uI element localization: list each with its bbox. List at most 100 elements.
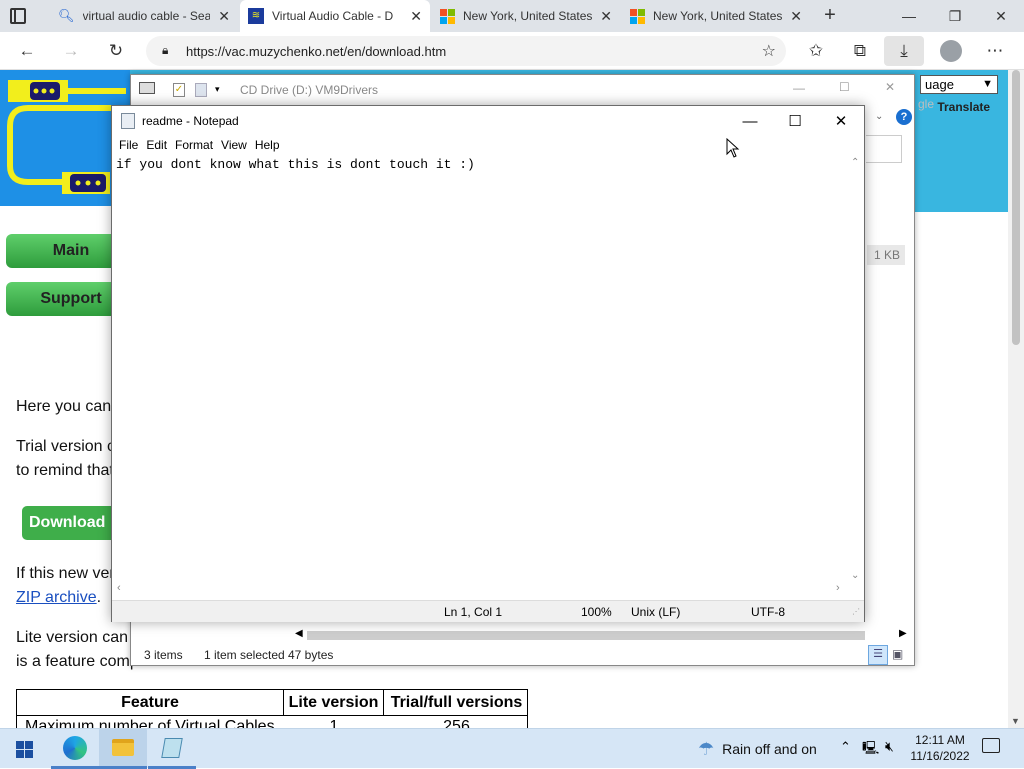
table-header-full: Trial/full versions: [384, 690, 527, 716]
refresh-button[interactable]: ↻: [103, 39, 129, 63]
close-icon[interactable]: ✕: [218, 8, 230, 25]
status-selected: 1 item selected: [204, 648, 285, 662]
resize-grip-icon[interactable]: ⋰: [852, 607, 860, 616]
tab-title: Virtual Audio Cable - D: [272, 9, 394, 23]
chevron-down-icon[interactable]: ▾: [215, 84, 220, 95]
close-icon[interactable]: ✕: [790, 8, 802, 25]
close-icon[interactable]: ✕: [600, 8, 612, 25]
download-button[interactable]: Download: [22, 506, 122, 540]
page-scrollbar[interactable]: ▼: [1008, 70, 1024, 728]
restore-button[interactable]: ❐: [932, 0, 978, 32]
scroll-right-arrow[interactable]: ▶: [899, 628, 907, 639]
scroll-left-arrow[interactable]: ‹: [117, 582, 121, 594]
file-explorer-taskbar-button[interactable]: [99, 729, 147, 769]
volume-muted-icon[interactable]: 🔇︎: [885, 738, 894, 755]
new-tab-button[interactable]: +: [818, 4, 842, 28]
maximize-button[interactable]: ☐: [839, 80, 850, 94]
scroll-left-arrow[interactable]: ◀: [295, 628, 303, 639]
explorer-hscrollbar[interactable]: ◀ ▶: [291, 627, 913, 643]
tab-actions-icon[interactable]: [10, 8, 26, 24]
notifications-icon[interactable]: [982, 738, 1000, 753]
collections-icon[interactable]: ⧉: [847, 39, 873, 63]
search-icon: 🔍︎: [58, 8, 75, 23]
notepad-window[interactable]: readme - Notepad — ☐ ✕ File Edit Format …: [111, 105, 865, 622]
menu-help[interactable]: Help: [255, 136, 288, 156]
table-cell: 256: [443, 718, 470, 728]
table-cell: 1: [329, 718, 339, 728]
tab-weather-2[interactable]: New York, United States ✕: [622, 0, 810, 32]
scroll-down-arrow[interactable]: ⌄: [851, 570, 859, 581]
language-select[interactable]: uage ▼: [920, 75, 998, 94]
scroll-down-arrow[interactable]: ▼: [1011, 716, 1020, 726]
lock-icon: 🔒︎: [162, 43, 169, 57]
notepad-icon: [161, 737, 183, 758]
chevron-down-icon[interactable]: ⌄: [875, 111, 883, 122]
close-button[interactable]: ✕: [978, 0, 1024, 32]
menu-file[interactable]: File: [119, 136, 146, 156]
tab-weather-1[interactable]: New York, United States ✕: [432, 0, 620, 32]
forward-button[interactable]: →: [58, 39, 84, 63]
paragraph-trial: Trial version c: [16, 438, 115, 455]
scrollbar-thumb[interactable]: [307, 631, 865, 640]
status-zoom: 100%: [581, 605, 612, 619]
notepad-menubar: File Edit Format View Help: [112, 136, 864, 156]
file-size-cell: 1 KB: [867, 245, 905, 265]
menu-format[interactable]: Format: [175, 136, 221, 156]
clock[interactable]: 12:11 AM 11/16/2022: [904, 732, 976, 764]
favorites-icon[interactable]: ✩: [803, 39, 829, 63]
add-favorite-icon[interactable]: ☆: [762, 41, 776, 61]
windows-icon: [15, 740, 33, 758]
notepad-editor[interactable]: if you dont know what this is dont touch…: [116, 157, 846, 172]
tab-search[interactable]: 🔍︎ virtual audio cable - Sea ✕: [50, 0, 238, 32]
minimize-button[interactable]: —: [727, 106, 773, 136]
table-header-feature: Feature: [17, 690, 284, 716]
large-icons-view-icon[interactable]: ▣: [892, 647, 903, 661]
microsoft-icon: [440, 8, 455, 24]
edge-taskbar-button[interactable]: [51, 729, 99, 769]
scroll-right-arrow[interactable]: ›: [836, 582, 840, 594]
profile-avatar[interactable]: [938, 39, 964, 63]
download-icon[interactable]: ⤓: [884, 36, 924, 66]
zip-archive-link[interactable]: ZIP archive: [16, 589, 97, 606]
zip-line: ZIP archive.: [16, 589, 102, 606]
table-header-lite: Lite version: [284, 690, 384, 716]
notepad-taskbar-button[interactable]: [148, 729, 196, 769]
network-icon[interactable]: 🖳︎: [862, 739, 879, 761]
address-bar[interactable]: 🔒︎ https://vac.muzychenko.net/en/downloa…: [146, 36, 786, 66]
tab-title: virtual audio cable - Sea: [82, 9, 211, 23]
status-line-ending: Unix (LF): [631, 605, 681, 619]
taskbar: ☂ Rain off and on ⌃ 🖳︎ 🔇︎ 12:11 AM 11/16…: [0, 728, 1024, 769]
settings-menu-icon[interactable]: ⋯: [982, 39, 1008, 63]
clock-date: 11/16/2022: [910, 749, 970, 763]
maximize-button[interactable]: ☐: [772, 106, 818, 136]
tab-title: New York, United States: [463, 9, 593, 23]
minimize-button[interactable]: —: [886, 0, 932, 32]
edge-icon: [63, 735, 87, 760]
show-hidden-icons-chevron[interactable]: ⌃: [840, 739, 851, 755]
notepad-vscrollbar[interactable]: ⌃ ⌄: [848, 157, 864, 581]
drive-icon: [139, 82, 155, 94]
minimize-button[interactable]: —: [793, 81, 805, 95]
start-button[interactable]: [0, 729, 48, 769]
menu-edit[interactable]: Edit: [146, 136, 175, 156]
status-position: Ln 1, Col 1: [444, 605, 503, 619]
help-icon[interactable]: ?: [896, 109, 912, 125]
tab-vac-download[interactable]: ≋ Virtual Audio Cable - D ✕: [240, 0, 430, 32]
paragraph-intro: Here you can: [16, 398, 112, 415]
details-view-icon[interactable]: ☰: [868, 645, 888, 665]
back-button[interactable]: ←: [14, 39, 40, 63]
explorer-title: CD Drive (D:) VM9Drivers: [240, 83, 378, 97]
google-translate-label[interactable]: gle Translate: [914, 97, 990, 114]
close-button[interactable]: ✕: [818, 106, 864, 136]
scroll-up-arrow[interactable]: ⌃: [851, 157, 859, 168]
weather-widget[interactable]: ☂ Rain off and on: [698, 737, 817, 761]
notepad-hscrollbar[interactable]: ‹ ›: [112, 582, 848, 598]
rain-icon: ☂: [698, 738, 715, 759]
close-icon[interactable]: ✕: [410, 8, 422, 25]
scrollbar-thumb[interactable]: [1012, 70, 1020, 345]
menu-view[interactable]: View: [221, 136, 255, 156]
chevron-down-icon: ▼: [982, 78, 993, 90]
close-button[interactable]: ✕: [885, 80, 895, 94]
search-box[interactable]: [866, 135, 902, 163]
explorer-titlebar: ✓ ▾ CD Drive (D:) VM9Drivers — ☐ ✕: [131, 75, 914, 105]
